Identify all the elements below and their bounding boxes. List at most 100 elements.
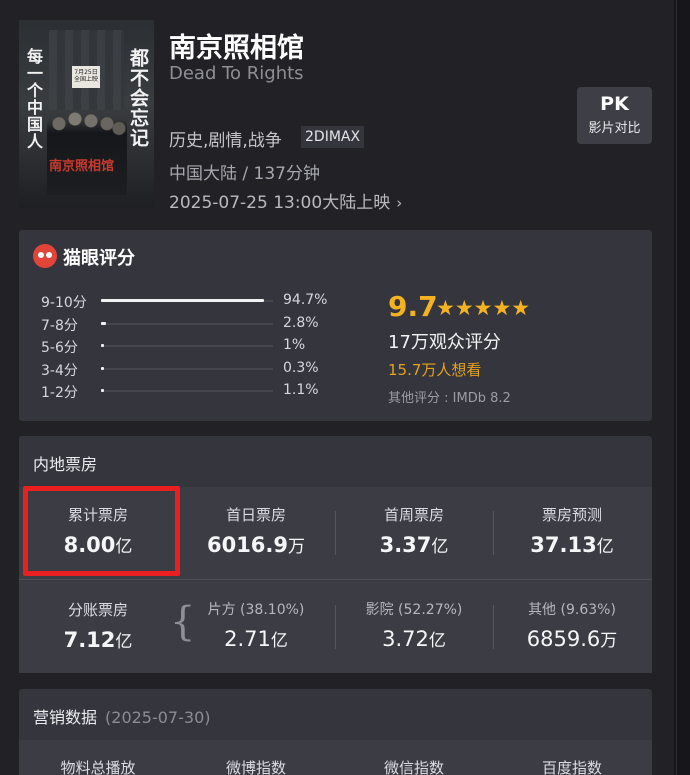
- material-plays-label: 物料总播放: [60, 759, 136, 775]
- first-week-value-wrap: 3.37亿: [335, 532, 493, 557]
- rating-dist-label: 9-10分: [41, 295, 87, 311]
- producer-value-wrap: 2.71亿: [177, 626, 335, 651]
- rating-dist-bar-fill: [101, 344, 104, 347]
- rating-dist-label: 1-2分: [41, 385, 78, 401]
- cumulative-highlight-box: [23, 486, 180, 576]
- rating-dist-pct: 1%: [283, 337, 306, 353]
- box-office-card: 内地票房 累计票房 8.00亿 首日票房 6016.9万 首周票房 3.37亿 …: [19, 436, 652, 673]
- weibo-index[interactable]: 微博指数: [177, 757, 335, 775]
- cinema-unit: 亿: [428, 631, 446, 651]
- producer-label: 片方 (38.10%): [207, 602, 305, 618]
- movie-poster[interactable]: 7月25日 全国上映 每一个中国人 都不会忘记 南京照相馆: [19, 20, 154, 208]
- other-value-wrap: 6859.6万: [493, 626, 651, 651]
- movie-english-title: Dead To Rights: [169, 63, 304, 84]
- producer-unit: 亿: [270, 631, 288, 651]
- poster-sign: 7月25日 全国上映: [72, 66, 100, 88]
- marketing-date: (2025-07-30): [105, 708, 211, 727]
- first-week-label: 首周票房: [383, 506, 444, 524]
- rating-title: 猫眼评分: [63, 248, 135, 269]
- movie-meta: 中国大陆 / 137分钟: [169, 164, 320, 184]
- chevron-right-icon: ›: [396, 194, 403, 212]
- rating-dist-pct: 0.3%: [283, 359, 319, 376]
- rating-dist-label: 7-8分: [41, 317, 78, 334]
- other-ratings: 其他评分 : IMDb 8.2: [388, 391, 511, 406]
- first-day-value: 6016.9: [206, 533, 289, 557]
- other-unit: 万: [600, 631, 618, 651]
- rating-stars: ★★★★★: [436, 296, 531, 320]
- rating-dist-row: 7-8分 2.8%: [41, 314, 341, 334]
- marketing-row: 物料总播放 微博指数 微信指数 百度指数: [19, 740, 652, 775]
- split-label: 分账票房: [67, 601, 128, 619]
- rating-dist-label: 3-4分: [41, 362, 78, 379]
- rating-dist-bar: [101, 321, 273, 325]
- material-plays[interactable]: 物料总播放: [19, 757, 177, 775]
- first-day-label: 首日票房: [225, 506, 286, 524]
- marketing-card: 营销数据 (2025-07-30) 物料总播放 微博指数 微信指数 百度指数: [19, 689, 652, 775]
- cinema-share[interactable]: 影院 (52.27%) 3.72亿: [335, 599, 493, 651]
- box-office-row-split: 分账票房 7.12亿 片方 (38.10%) 2.71亿 影院 (52.27%)…: [19, 579, 652, 673]
- rating-dist-bar: [101, 299, 273, 302]
- rating-dist-pct: 2.8%: [283, 314, 319, 331]
- other-value: 6859.6: [526, 627, 601, 651]
- first-day-unit: 万: [288, 537, 306, 557]
- poster-title: 南京照相馆: [49, 159, 115, 174]
- pk-label: PK: [600, 93, 629, 115]
- marketing-title-wrap: 营销数据 (2025-07-30): [33, 704, 210, 728]
- release-link[interactable]: 2025-07-25 13:00大陆上映 ›: [169, 188, 402, 213]
- rating-dist-pct: 1.1%: [283, 382, 319, 398]
- poster-left-text: 每一个中国人: [24, 48, 43, 150]
- rating-dist-bar-fill: [101, 299, 264, 302]
- pk-sub-label: 影片对比: [588, 121, 641, 136]
- cinema-value-wrap: 3.72亿: [335, 626, 493, 651]
- first-week-value: 3.37: [379, 533, 432, 557]
- poster-crowd: [47, 100, 127, 195]
- rating-dist-label: 5-6分: [41, 340, 78, 356]
- rating-dist-pct: 94.7%: [283, 292, 328, 308]
- other-label: 其他 (9.63%): [528, 602, 616, 618]
- audience-count: 17万观众评分: [388, 332, 501, 353]
- box-office-title: 内地票房: [33, 455, 98, 474]
- rating-dist-row: 3-4分 0.3%: [41, 359, 341, 379]
- other-share[interactable]: 其他 (9.63%) 6859.6万: [493, 599, 651, 651]
- scrollbar[interactable]: [674, 0, 690, 775]
- weibo-index-label: 微博指数: [225, 759, 286, 775]
- poster-right-text: 都不会忘记: [127, 48, 149, 148]
- rating-score: 9.7: [388, 290, 438, 323]
- format-badge: 2DIMAX: [301, 126, 365, 148]
- forecast-value: 37.13: [530, 533, 597, 557]
- forecast-box-office[interactable]: 票房预测 37.13亿: [493, 504, 651, 557]
- producer-share[interactable]: 片方 (38.10%) 2.71亿: [177, 599, 335, 651]
- rating-dist-bar: [101, 366, 273, 370]
- brace-icon: {: [170, 599, 196, 645]
- pk-compare-button[interactable]: PK 影片对比: [577, 87, 652, 144]
- marketing-title: 营销数据: [33, 708, 98, 727]
- first-day-value-wrap: 6016.9万: [177, 532, 335, 557]
- split-value: 7.12: [63, 628, 116, 652]
- baidu-index[interactable]: 百度指数: [493, 757, 651, 775]
- rating-dist-row: 1-2分 1.1%: [41, 382, 341, 401]
- rating-dist-bar-fill: [101, 321, 106, 325]
- split-box-office[interactable]: 分账票房 7.12亿: [19, 599, 177, 652]
- split-value-wrap: 7.12亿: [19, 627, 177, 652]
- cinema-value: 3.72: [382, 627, 429, 651]
- rating-dist-row: 9-10分 94.7%: [41, 292, 341, 311]
- rating-dist-bar-fill: [101, 366, 104, 370]
- split-unit: 亿: [115, 632, 133, 652]
- rating-card: 猫眼评分 9-10分 94.7% 7-8分 2.8% 5-6分 1% 3-4分 0.3% 1-2…: [19, 230, 652, 421]
- movie-title: 南京照相馆: [169, 33, 304, 64]
- movie-genre: 历史,剧情,战争: [169, 131, 282, 151]
- cinema-label: 影院 (52.27%): [365, 602, 463, 618]
- first-day-box-office[interactable]: 首日票房 6016.9万: [177, 504, 335, 557]
- scrollbar-divider: [676, 0, 677, 775]
- release-text: 2025-07-25 13:00大陆上映: [169, 193, 391, 213]
- forecast-unit: 亿: [596, 537, 614, 557]
- want-to-see-count: 15.7万人想看: [388, 361, 482, 379]
- maoyan-cat-icon: [33, 244, 57, 268]
- first-week-box-office[interactable]: 首周票房 3.37亿: [335, 504, 493, 557]
- baidu-index-label: 百度指数: [541, 759, 602, 775]
- forecast-label: 票房预测: [541, 506, 602, 524]
- producer-value: 2.71: [224, 627, 271, 651]
- wechat-index[interactable]: 微信指数: [335, 757, 493, 775]
- rating-dist-bar-fill: [101, 389, 104, 392]
- rating-dist-row: 5-6分 1%: [41, 337, 341, 356]
